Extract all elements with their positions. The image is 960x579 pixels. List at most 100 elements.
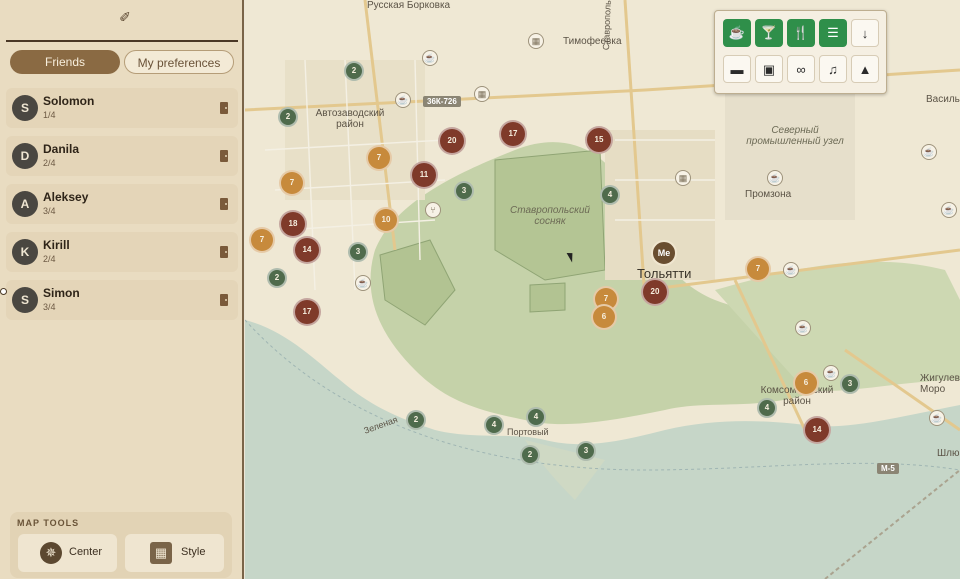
friend-score: 1/4 xyxy=(43,110,56,120)
film-icon[interactable]: ▣ xyxy=(755,55,783,83)
restaurant-poi-icon[interactable]: ⑂ xyxy=(425,202,441,218)
place-cluster[interactable]: 20 xyxy=(438,127,466,155)
bus-poi-icon[interactable]: ▦ xyxy=(474,86,490,102)
sidebar: ✐ Friends My preferences S Solomon 1/4 D… xyxy=(0,0,244,579)
tab-my-preferences[interactable]: My preferences xyxy=(124,50,234,74)
more-arrow-icon[interactable]: ↓ xyxy=(851,19,879,47)
door-icon[interactable] xyxy=(220,198,228,210)
place-cluster[interactable]: 11 xyxy=(410,161,438,189)
place-cluster[interactable]: 3 xyxy=(348,242,368,262)
restaurant-icon[interactable]: 🍴 xyxy=(787,19,815,47)
map-label: Северный промышленный узел xyxy=(746,125,844,147)
place-cluster[interactable]: 20 xyxy=(641,278,669,306)
coffee-poi-icon[interactable]: ☕ xyxy=(929,410,945,426)
bus-poi-icon[interactable]: ▦ xyxy=(528,33,544,49)
fastfood-icon[interactable]: ☰ xyxy=(819,19,847,47)
style-label: Style xyxy=(181,546,206,558)
map-label: Васильев xyxy=(926,94,960,105)
place-cluster[interactable]: 14 xyxy=(293,236,321,264)
map-label: Ставропольский сосняк xyxy=(510,205,590,227)
helm-icon: ✵ xyxy=(40,542,62,564)
music-icon[interactable]: ♫ xyxy=(819,55,847,83)
coffee-poi-icon[interactable]: ☕ xyxy=(767,170,783,186)
avatar: A xyxy=(12,191,38,217)
map-label: Жигулевск Моро xyxy=(920,373,960,395)
map-tools-title: MAP TOOLS xyxy=(17,518,80,528)
door-icon[interactable] xyxy=(220,294,228,306)
friend-name: Aleksey xyxy=(43,190,89,204)
map-label: Тольятти xyxy=(637,266,692,281)
coffee-icon[interactable]: ☕ xyxy=(723,19,751,47)
door-icon[interactable] xyxy=(220,246,228,258)
place-cluster[interactable]: 4 xyxy=(757,398,777,418)
place-cluster[interactable]: 7 xyxy=(249,227,275,253)
tab-friends[interactable]: Friends xyxy=(10,50,120,74)
place-cluster[interactable]: 2 xyxy=(278,107,298,127)
map-label: Шлюз xyxy=(937,448,960,459)
friend-item[interactable]: S Simon 3/4 xyxy=(6,280,238,320)
place-cluster[interactable]: 3 xyxy=(576,441,596,461)
map-label: Автозаводский район xyxy=(315,108,385,130)
category-filter-panel: ☕ 🍸 🍴 ☰ ↓ ▬ ▣ ∞ ♫ ▲ xyxy=(714,10,887,94)
friend-item[interactable]: S Solomon 1/4 xyxy=(6,88,238,128)
tree-icon[interactable]: ▲ xyxy=(851,55,879,83)
place-cluster[interactable]: 4 xyxy=(484,415,504,435)
coffee-poi-icon[interactable]: ☕ xyxy=(921,144,937,160)
place-cluster[interactable]: 6 xyxy=(591,304,617,330)
door-icon[interactable] xyxy=(220,150,228,162)
avatar: S xyxy=(12,95,38,121)
avatar: D xyxy=(12,143,38,169)
cocktail-icon[interactable]: 🍸 xyxy=(755,19,783,47)
place-cluster[interactable]: 2 xyxy=(520,445,540,465)
place-cluster[interactable]: 18 xyxy=(279,210,307,238)
coffee-poi-icon[interactable]: ☕ xyxy=(795,320,811,336)
coffee-poi-icon[interactable]: ☕ xyxy=(395,92,411,108)
door-icon[interactable] xyxy=(220,102,228,114)
friend-item[interactable]: A Aleksey 3/4 xyxy=(6,184,238,224)
map-label: Тимофеевка xyxy=(563,36,622,47)
coffee-poi-icon[interactable]: ☕ xyxy=(941,202,957,218)
place-cluster[interactable]: 14 xyxy=(803,416,831,444)
place-cluster[interactable]: 2 xyxy=(344,61,364,81)
ticket-icon[interactable]: ▬ xyxy=(723,55,751,83)
place-cluster[interactable]: 15 xyxy=(585,126,613,154)
place-cluster[interactable]: 4 xyxy=(600,185,620,205)
friend-item[interactable]: D Danila 2/4 xyxy=(6,136,238,176)
map-style-icon: ▦ xyxy=(150,542,172,564)
divider xyxy=(6,40,238,42)
map-tools-panel: MAP TOOLS ✵ Center ▦ Style xyxy=(10,512,232,578)
style-button[interactable]: ▦ Style xyxy=(125,534,224,572)
place-cluster[interactable]: 17 xyxy=(499,120,527,148)
coffee-poi-icon[interactable]: ☕ xyxy=(355,275,371,291)
coffee-poi-icon[interactable]: ☕ xyxy=(783,262,799,278)
bus-poi-icon[interactable]: ▦ xyxy=(675,170,691,186)
friend-name: Simon xyxy=(43,286,80,300)
place-cluster[interactable]: 3 xyxy=(454,181,474,201)
friend-item[interactable]: K Kirill 2/4 xyxy=(6,232,238,272)
friend-name: Solomon xyxy=(43,94,95,108)
place-cluster[interactable]: 3 xyxy=(840,374,860,394)
place-cluster[interactable]: 7 xyxy=(366,145,392,171)
place-cluster[interactable]: 6 xyxy=(793,370,819,396)
place-cluster[interactable]: 2 xyxy=(406,410,426,430)
map-label: Русская Борковка xyxy=(367,0,451,11)
place-cluster[interactable]: 17 xyxy=(293,298,321,326)
sidebar-handle[interactable] xyxy=(0,288,7,295)
theater-mask-icon[interactable]: ∞ xyxy=(787,55,815,83)
place-cluster[interactable]: 7 xyxy=(279,170,305,196)
coffee-poi-icon[interactable]: ☕ xyxy=(823,365,839,381)
friend-score: 3/4 xyxy=(43,206,56,216)
place-cluster[interactable]: 7 xyxy=(745,256,771,282)
place-cluster[interactable]: 4 xyxy=(526,407,546,427)
center-button[interactable]: ✵ Center xyxy=(18,534,117,572)
coffee-poi-icon[interactable]: ☕ xyxy=(422,50,438,66)
compass-draw-icon[interactable]: ✐ xyxy=(116,8,134,26)
my-location-marker[interactable]: Me xyxy=(651,240,677,266)
friend-score: 2/4 xyxy=(43,158,56,168)
avatar: K xyxy=(12,239,38,265)
friend-score: 2/4 xyxy=(43,254,56,264)
place-cluster[interactable]: 2 xyxy=(267,268,287,288)
road-shield: М-5 xyxy=(877,463,899,474)
friend-name: Kirill xyxy=(43,238,70,252)
place-cluster[interactable]: 10 xyxy=(373,207,399,233)
